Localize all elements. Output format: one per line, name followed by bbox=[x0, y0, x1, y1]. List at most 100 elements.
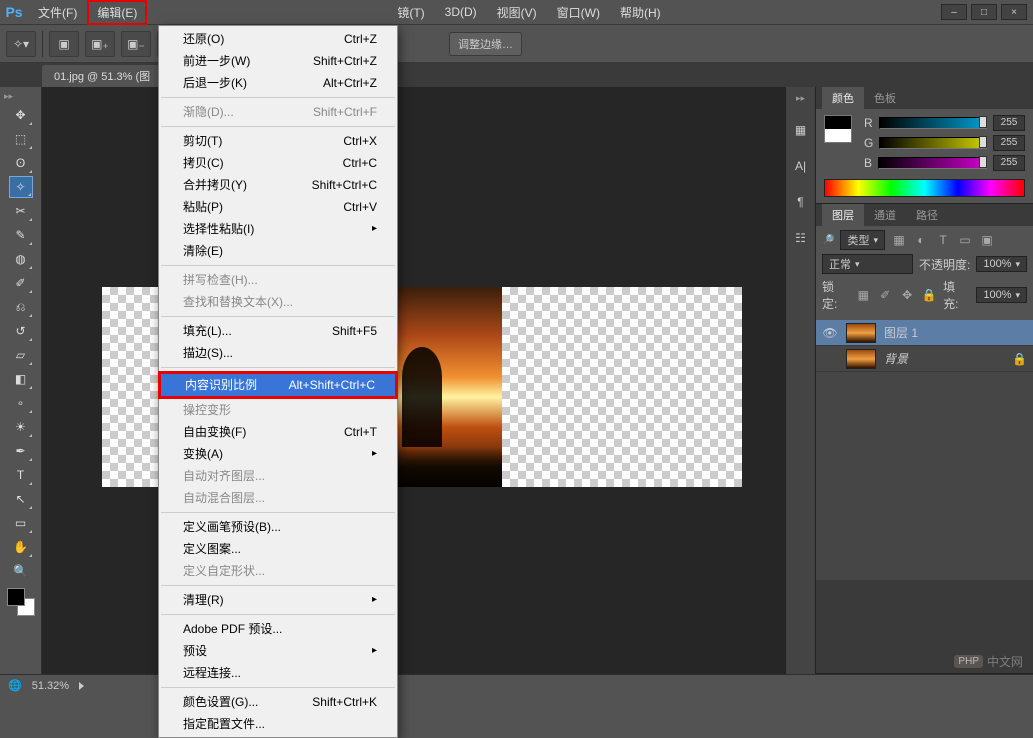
tab-channels[interactable]: 通道 bbox=[864, 204, 906, 226]
spectrum-bar[interactable] bbox=[824, 179, 1025, 197]
dodge-tool-icon[interactable]: ☀ bbox=[9, 416, 33, 438]
filter-pixel-icon[interactable]: ▦ bbox=[891, 232, 907, 248]
menu-item[interactable]: 内容识别比例Alt+Shift+Ctrl+C bbox=[161, 374, 395, 396]
menu-item[interactable]: 拷贝(C)Ctrl+C bbox=[159, 152, 397, 174]
menu-item[interactable]: 自由变换(F)Ctrl+T bbox=[159, 421, 397, 443]
color-swatches[interactable] bbox=[7, 588, 35, 616]
menu-help[interactable]: 帮助(H) bbox=[610, 0, 671, 25]
opt-add-selection-icon[interactable]: ▣₊ bbox=[85, 31, 115, 57]
zoom-tool-icon[interactable]: 🔍 bbox=[9, 560, 33, 582]
maximize-button[interactable]: □ bbox=[971, 4, 997, 20]
layer-name[interactable]: 图层 1 bbox=[884, 324, 918, 341]
path-selection-tool-icon[interactable]: ↖ bbox=[9, 488, 33, 510]
shape-tool-icon[interactable]: ▭ bbox=[9, 512, 33, 534]
menu-item[interactable]: 指定配置文件... bbox=[159, 713, 397, 735]
layer-thumbnail[interactable] bbox=[846, 349, 876, 369]
blend-mode-select[interactable]: 正常 bbox=[822, 254, 913, 274]
marquee-tool-icon[interactable]: ⬚ bbox=[9, 128, 33, 150]
opt-new-selection-icon[interactable]: ▣ bbox=[49, 31, 79, 57]
b-slider[interactable] bbox=[878, 157, 987, 169]
styles-strip-icon[interactable]: ☷ bbox=[791, 228, 811, 248]
menu-item[interactable]: 合并拷贝(Y)Shift+Ctrl+C bbox=[159, 174, 397, 196]
layer-thumbnail[interactable] bbox=[846, 323, 876, 343]
r-value[interactable]: 255 bbox=[993, 115, 1025, 131]
menu-item[interactable]: 前进一步(W)Shift+Ctrl+Z bbox=[159, 50, 397, 72]
healing-brush-tool-icon[interactable]: ◍ bbox=[9, 248, 33, 270]
g-slider[interactable] bbox=[879, 137, 987, 149]
menu-item[interactable]: 清除(E) bbox=[159, 240, 397, 262]
b-value[interactable]: 255 bbox=[993, 155, 1025, 171]
status-globe-icon[interactable]: 🌐 bbox=[8, 679, 22, 692]
swatches-strip-icon[interactable]: ▦ bbox=[791, 120, 811, 140]
menu-item[interactable]: 选择性粘贴(I) bbox=[159, 218, 397, 240]
hand-tool-icon[interactable]: ✋ bbox=[9, 536, 33, 558]
layer-filter-kind[interactable]: 类型 bbox=[840, 230, 885, 250]
character-strip-icon[interactable]: A| bbox=[791, 156, 811, 176]
layer-name[interactable]: 背景 bbox=[884, 350, 908, 367]
menu-edit[interactable]: 编辑(E) bbox=[87, 0, 147, 25]
clone-stamp-tool-icon[interactable]: ⎌ bbox=[9, 296, 33, 318]
menu-item[interactable]: 还原(O)Ctrl+Z bbox=[159, 28, 397, 50]
menu-window[interactable]: 窗口(W) bbox=[547, 0, 610, 25]
opacity-value[interactable]: 100% bbox=[976, 256, 1027, 272]
status-arrow-icon[interactable] bbox=[79, 682, 84, 690]
filter-type-icon[interactable]: T bbox=[935, 232, 951, 248]
r-slider[interactable] bbox=[879, 117, 987, 129]
tool-preset-icon[interactable]: ✧▾ bbox=[6, 31, 36, 57]
minimize-button[interactable]: – bbox=[941, 4, 967, 20]
history-brush-tool-icon[interactable]: ↺ bbox=[9, 320, 33, 342]
menu-item[interactable]: 剪切(T)Ctrl+X bbox=[159, 130, 397, 152]
type-tool-icon[interactable]: T bbox=[9, 464, 33, 486]
refine-edge-button[interactable]: 调整边缘… bbox=[449, 32, 522, 56]
lock-all-icon[interactable]: 🔒 bbox=[921, 287, 937, 303]
menu-item[interactable]: 定义画笔预设(B)... bbox=[159, 516, 397, 538]
move-tool-icon[interactable]: ✥ bbox=[9, 104, 33, 126]
opt-subtract-selection-icon[interactable]: ▣₋ bbox=[121, 31, 151, 57]
menu-file[interactable]: 文件(F) bbox=[28, 0, 87, 25]
lock-transparent-icon[interactable]: ▦ bbox=[855, 287, 871, 303]
menu-item[interactable]: 预设 bbox=[159, 640, 397, 662]
canvas-area[interactable] bbox=[42, 87, 785, 674]
menu-item[interactable]: 后退一步(K)Alt+Ctrl+Z bbox=[159, 72, 397, 94]
g-value[interactable]: 255 bbox=[993, 135, 1025, 151]
fill-value[interactable]: 100% bbox=[976, 287, 1027, 303]
document-tab[interactable]: 01.jpg @ 51.3% (图 bbox=[42, 65, 162, 87]
filter-shape-icon[interactable]: ▭ bbox=[957, 232, 973, 248]
menu-item[interactable]: 描边(S)... bbox=[159, 342, 397, 364]
lasso-tool-icon[interactable]: ʘ bbox=[9, 152, 33, 174]
menu-item[interactable]: 清理(R) bbox=[159, 589, 397, 611]
brush-tool-icon[interactable]: ✐ bbox=[9, 272, 33, 294]
foreground-color-swatch[interactable] bbox=[7, 588, 25, 606]
pen-tool-icon[interactable]: ✒ bbox=[9, 440, 33, 462]
zoom-level[interactable]: 51.32% bbox=[32, 680, 69, 692]
eyedropper-tool-icon[interactable]: ✎ bbox=[9, 224, 33, 246]
tab-paths[interactable]: 路径 bbox=[906, 204, 948, 226]
magic-wand-tool-icon[interactable]: ✧ bbox=[9, 176, 33, 198]
menu-item[interactable]: 定义图案... bbox=[159, 538, 397, 560]
menu-item[interactable]: 填充(L)...Shift+F5 bbox=[159, 320, 397, 342]
lock-pixels-icon[interactable]: ✐ bbox=[877, 287, 893, 303]
paragraph-strip-icon[interactable]: ¶ bbox=[791, 192, 811, 212]
blur-tool-icon[interactable]: ∘ bbox=[9, 392, 33, 414]
crop-tool-icon[interactable]: ✂ bbox=[9, 200, 33, 222]
layer-row[interactable]: 👁 图层 1 bbox=[816, 320, 1033, 346]
eraser-tool-icon[interactable]: ▱ bbox=[9, 344, 33, 366]
menu-item[interactable]: 远程连接... bbox=[159, 662, 397, 684]
layer-row[interactable]: 背景 🔒 bbox=[816, 346, 1033, 372]
tab-layers[interactable]: 图层 bbox=[822, 204, 864, 226]
menu-item[interactable]: 变换(A) bbox=[159, 443, 397, 465]
layer-visibility-icon[interactable]: 👁 bbox=[822, 326, 838, 340]
close-button[interactable]: × bbox=[1001, 4, 1027, 20]
tab-swatches[interactable]: 色板 bbox=[864, 87, 906, 109]
menu-view[interactable]: 视图(V) bbox=[487, 0, 547, 25]
menu-item[interactable]: 粘贴(P)Ctrl+V bbox=[159, 196, 397, 218]
filter-adjust-icon[interactable]: ◐ bbox=[913, 232, 929, 248]
menu-item[interactable]: 颜色设置(G)...Shift+Ctrl+K bbox=[159, 691, 397, 713]
menu-item[interactable]: Adobe PDF 预设... bbox=[159, 618, 397, 640]
color-panel-swatch[interactable] bbox=[824, 115, 852, 143]
menu-filter[interactable]: 镜(T) bbox=[387, 0, 434, 25]
gradient-tool-icon[interactable]: ◧ bbox=[9, 368, 33, 390]
filter-smart-icon[interactable]: ▣ bbox=[979, 232, 995, 248]
tab-color[interactable]: 颜色 bbox=[822, 87, 864, 109]
lock-position-icon[interactable]: ✥ bbox=[899, 287, 915, 303]
